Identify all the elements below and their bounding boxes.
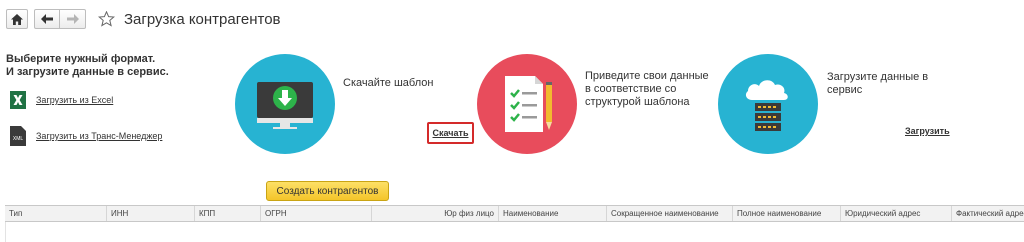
forward-button[interactable] [60, 9, 86, 29]
column-header-inn[interactable]: ИНН [107, 206, 195, 221]
column-header-type[interactable]: Тип [5, 206, 107, 221]
step-2-text-line-2: в соответствие со [585, 83, 677, 95]
step-3-text: Загрузите данные в сервис [827, 71, 928, 97]
column-header-full-name[interactable]: Полное наименование [733, 206, 841, 221]
step-1-text: Скачайте шаблон [343, 77, 434, 89]
monitor-download-icon [235, 54, 335, 154]
upload-data-link[interactable]: Загрузить [905, 126, 950, 136]
page-title: Загрузка контрагентов [124, 10, 281, 28]
step-2-text-line-3: структурой шаблона [585, 96, 690, 108]
excel-import-link[interactable]: Загрузить из Excel [36, 95, 113, 105]
column-header-short-name[interactable]: Сокращенное наименование [607, 206, 733, 221]
column-header-legal-type[interactable]: Юр физ лицо [372, 206, 499, 221]
home-button[interactable] [6, 9, 28, 29]
instructions-line-2: И загрузите данные в сервис. [6, 66, 169, 78]
trans-manager-source-option[interactable]: XML Загрузить из Транс-Менеджер [8, 126, 162, 146]
instructions-line-1: Выберите нужный формат. [6, 53, 156, 65]
history-nav [34, 9, 86, 29]
favorite-star-button[interactable] [96, 9, 116, 29]
home-icon [11, 13, 23, 25]
cloud-server-icon [718, 54, 818, 154]
column-header-legal-address[interactable]: Юридический адрес [841, 206, 952, 221]
download-template-link[interactable]: Скачать [427, 122, 474, 144]
arrow-left-icon [41, 14, 53, 24]
svg-text:XML: XML [13, 136, 24, 142]
excel-source-option[interactable]: Загрузить из Excel [8, 90, 113, 110]
column-header-actual-address[interactable]: Фактический адрес [952, 206, 1024, 221]
column-header-kpp[interactable]: КПП [195, 206, 261, 221]
step-2-text: Приведите свои данные в соответствие со … [585, 70, 709, 109]
toolbar: Загрузка контрагентов [6, 8, 281, 30]
arrow-right-icon [66, 14, 79, 24]
step-3-text-line-1: Загрузите данные в [827, 71, 929, 83]
column-header-name[interactable]: Наименование [499, 206, 607, 221]
column-header-ogrn[interactable]: ОГРН [261, 206, 372, 221]
table-header: Тип ИНН КПП ОГРН Юр физ лицо Наименовани… [5, 205, 1024, 222]
table-body [5, 222, 1024, 242]
xml-icon: XML [8, 126, 28, 146]
create-counterparties-button[interactable]: Создать контрагентов [266, 181, 389, 201]
step-3-text-line-2: сервис [827, 84, 863, 96]
excel-icon [8, 90, 28, 110]
step-2-text-line-1: Приведите свои данные [585, 70, 709, 82]
star-icon [97, 11, 115, 27]
checklist-pencil-icon [477, 54, 577, 154]
instructions: Выберите нужный формат. И загрузите данн… [6, 53, 169, 79]
trans-manager-import-link[interactable]: Загрузить из Транс-Менеджер [36, 131, 162, 141]
back-button[interactable] [34, 9, 60, 29]
